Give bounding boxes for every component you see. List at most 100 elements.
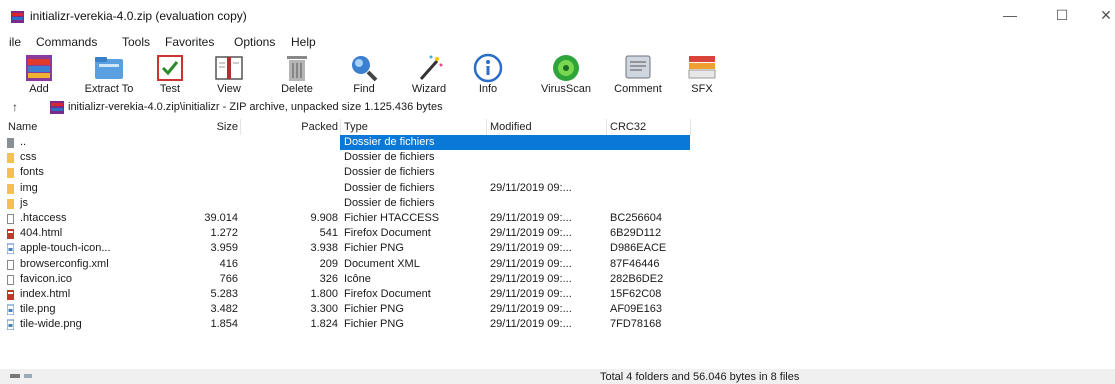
virus-scan-icon bbox=[553, 55, 579, 81]
column-header-name[interactable]: Name bbox=[8, 119, 37, 135]
file-modified: 29/11/2019 09:... bbox=[490, 272, 572, 285]
file-list[interactable]: Name Size Packed Type Modified CRC32 .. D… bbox=[0, 119, 1115, 368]
file-type: Fichier PNG bbox=[344, 303, 404, 316]
column-header-size[interactable]: Size bbox=[180, 119, 238, 135]
file-name: .htaccess bbox=[20, 212, 67, 224]
add-archive-icon bbox=[26, 55, 52, 81]
table-row[interactable]: index.html 5.283 1.800 Firefox Document 29/1… bbox=[0, 287, 700, 302]
find-button[interactable]: Find bbox=[342, 51, 386, 96]
menu-file[interactable]: ile bbox=[9, 35, 21, 49]
file-packed-size: 1.800 bbox=[310, 288, 338, 300]
file-modified: 29/11/2019 09:... bbox=[490, 303, 572, 316]
file-modified: 29/11/2019 09:... bbox=[490, 227, 572, 240]
table-row[interactable]: js Dossier de fichiers bbox=[0, 196, 700, 211]
table-row[interactable]: apple-touch-icon... 3.959 3.938 Fichier PNG… bbox=[0, 241, 700, 256]
file-name: tile-wide.png bbox=[20, 318, 82, 331]
virusscan-button[interactable]: VirusScan bbox=[534, 51, 598, 96]
path-bar: ↑ initializr-verekia-4.0.zip\initializr … bbox=[0, 98, 1115, 118]
status-text: Total 4 folders and 56.046 bytes in 8 fi… bbox=[600, 371, 800, 383]
file-type: Dossier de fichiers bbox=[344, 136, 435, 148]
table-row[interactable]: .. Dossier de fichiers bbox=[0, 135, 700, 150]
table-row[interactable]: img Dossier de fichiers 29/11/2019 09:... bbox=[0, 181, 700, 196]
maximize-button[interactable]: ☐ bbox=[1042, 4, 1082, 26]
folder-icon bbox=[7, 198, 14, 209]
file-type: Firefox Document bbox=[344, 288, 431, 300]
parent-folder-icon bbox=[7, 138, 14, 148]
file-name: js bbox=[20, 196, 28, 209]
file-crc32: BC256604 bbox=[610, 212, 662, 224]
file-size: 1.854 bbox=[210, 318, 238, 331]
file-size: 39.014 bbox=[204, 212, 238, 224]
extract-to-button[interactable]: Extract To bbox=[78, 51, 140, 96]
file-modified: 29/11/2019 09:... bbox=[490, 257, 572, 270]
menu-tools[interactable]: Tools bbox=[122, 35, 150, 49]
archive-path[interactable]: initializr-verekia-4.0.zip\initializr - … bbox=[68, 101, 443, 113]
file-type: Fichier PNG bbox=[344, 318, 404, 331]
file-type: Dossier de fichiers bbox=[344, 181, 435, 194]
table-row[interactable]: tile.png 3.482 3.300 Fichier PNG 29/11/2019 … bbox=[0, 302, 700, 317]
up-arrow-icon[interactable]: ↑ bbox=[12, 100, 18, 114]
column-header-packed[interactable]: Packed bbox=[262, 119, 338, 135]
file-crc32: 6B29D112 bbox=[610, 227, 662, 240]
info-icon bbox=[473, 53, 503, 83]
table-row[interactable]: fonts Dossier de fichiers bbox=[0, 165, 700, 180]
table-row[interactable]: css Dossier de fichiers bbox=[0, 150, 700, 165]
comment-button[interactable]: Comment bbox=[603, 51, 673, 96]
file-type: Dossier de fichiers bbox=[344, 166, 435, 179]
close-button[interactable]: ✕ bbox=[1086, 4, 1115, 26]
file-size: 1.272 bbox=[210, 227, 238, 240]
file-size: 766 bbox=[219, 272, 238, 285]
file-name: tile.png bbox=[20, 303, 56, 316]
file-name: css bbox=[20, 151, 37, 164]
file-name: index.html bbox=[20, 288, 71, 300]
file-packed-size: 326 bbox=[319, 272, 338, 285]
menu-favorites[interactable]: Favorites bbox=[165, 35, 214, 49]
file-packed-size: 1.824 bbox=[310, 318, 338, 331]
html-file-icon bbox=[7, 229, 14, 240]
file-modified: 29/11/2019 09:... bbox=[490, 318, 572, 331]
sfx-button[interactable]: SFX bbox=[680, 51, 724, 96]
menu-options[interactable]: Options bbox=[234, 35, 275, 49]
file-crc32: 282B6DE2 bbox=[610, 272, 664, 285]
test-button[interactable]: Test bbox=[150, 51, 190, 96]
file-crc32: D986EACE bbox=[610, 242, 667, 255]
delete-button[interactable]: Delete bbox=[274, 51, 320, 96]
file-icon bbox=[7, 274, 14, 285]
file-packed-size: 3.300 bbox=[310, 303, 338, 316]
table-row[interactable]: favicon.ico 766 326 Icône 29/11/2019 09:... 2… bbox=[0, 272, 700, 287]
table-row[interactable]: browserconfig.xml 416 209 Document XML 29/11… bbox=[0, 257, 700, 272]
menu-commands[interactable]: Commands bbox=[36, 35, 97, 49]
info-button[interactable]: Info bbox=[470, 51, 506, 96]
file-crc32: 15F62C08 bbox=[610, 288, 662, 300]
file-name: img bbox=[20, 181, 38, 194]
file-icon bbox=[7, 259, 14, 270]
column-divider bbox=[486, 119, 487, 135]
file-type: Dossier de fichiers bbox=[344, 196, 435, 209]
table-row[interactable]: tile-wide.png 1.854 1.824 Fichier PNG 29/11/… bbox=[0, 317, 700, 332]
file-name: .. bbox=[20, 136, 27, 148]
file-name: apple-touch-icon... bbox=[20, 242, 111, 255]
html-file-icon bbox=[7, 290, 14, 300]
file-name: 404.html bbox=[20, 227, 63, 240]
file-modified: 29/11/2019 09:... bbox=[490, 242, 572, 255]
column-header-type[interactable]: Type bbox=[344, 119, 368, 135]
file-name: favicon.ico bbox=[20, 272, 72, 285]
folder-icon bbox=[7, 153, 14, 164]
file-name: fonts bbox=[20, 166, 44, 179]
table-row[interactable]: .htaccess 39.014 9.908 Fichier HTACCESS 29/1… bbox=[0, 211, 700, 226]
menu-help[interactable]: Help bbox=[291, 35, 316, 49]
status-bar: Total 4 folders and 56.046 bytes in 8 fi… bbox=[0, 369, 1115, 384]
minimize-button[interactable]: — bbox=[990, 4, 1030, 26]
file-type: Dossier de fichiers bbox=[344, 151, 435, 164]
column-header-crc32[interactable]: CRC32 bbox=[610, 119, 646, 135]
view-button[interactable]: View bbox=[206, 51, 252, 96]
view-book-icon bbox=[215, 56, 243, 80]
file-modified: 29/11/2019 09:... bbox=[490, 181, 572, 194]
column-divider bbox=[340, 119, 341, 135]
file-modified: 29/11/2019 09:... bbox=[490, 212, 572, 224]
table-row[interactable]: 404.html 1.272 541 Firefox Document 29/11/20… bbox=[0, 226, 700, 241]
wizard-button[interactable]: Wizard bbox=[404, 51, 454, 96]
column-header-modified[interactable]: Modified bbox=[490, 119, 532, 135]
title-bar: initializr-verekia-4.0.zip (evaluation c… bbox=[0, 0, 1115, 30]
add-button[interactable]: Add bbox=[15, 51, 63, 96]
